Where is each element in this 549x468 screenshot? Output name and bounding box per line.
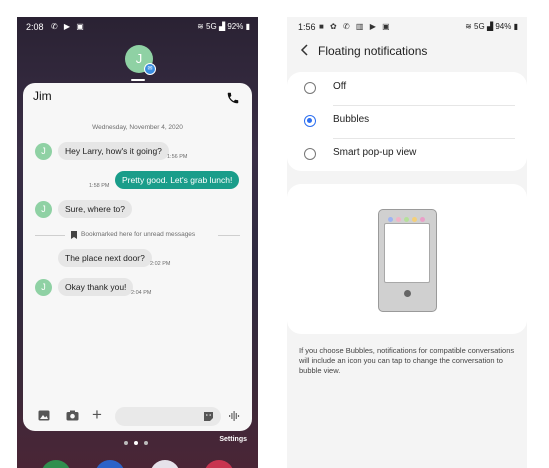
status-time: 2:08 xyxy=(26,22,44,32)
divider-line xyxy=(218,235,240,236)
network-label: 5G xyxy=(474,22,485,31)
notification-icons: ✆ ▶ ▣ xyxy=(51,22,86,31)
incoming-message[interactable]: Sure, where to? xyxy=(58,200,133,218)
contact-name: Jim xyxy=(33,89,52,103)
bookmark-icon xyxy=(71,231,77,239)
option-label: Off xyxy=(333,81,347,92)
page-dot xyxy=(124,441,128,445)
bubble-dot-icon xyxy=(412,217,417,222)
battery-icon: ▮ xyxy=(245,22,250,31)
incoming-message[interactable]: Hey Larry, how's it going? xyxy=(58,142,169,160)
date-separator: Wednesday, November 4, 2020 xyxy=(92,124,183,131)
sticker-icon[interactable] xyxy=(203,411,214,422)
bubble-conversation-window: Jim Wednesday, November 4, 2020 J Hey La… xyxy=(23,83,252,431)
message-time: 1:56 PM xyxy=(167,154,188,160)
contact-avatar[interactable]: J xyxy=(35,201,52,218)
dock-app-icon[interactable] xyxy=(95,460,125,468)
page-title: Floating notifications xyxy=(318,44,428,58)
battery-percent: 92% xyxy=(227,22,244,31)
notification-icons: ■ ✿ ✆ ▥ ▶ ▣ xyxy=(319,22,392,31)
illustration-screen xyxy=(384,223,430,283)
page-indicator xyxy=(120,441,160,447)
signal-icon: ≋ xyxy=(465,22,472,31)
bars-icon: ▟ xyxy=(218,22,226,31)
unread-bookmark-divider: Bookmarked here for unread messages xyxy=(35,230,240,240)
dock-app-icon[interactable] xyxy=(150,460,180,468)
radio-button[interactable] xyxy=(304,148,316,160)
status-bar: 2:08 ✆ ▶ ▣ ≋ 5G ▟ 92% ▮ xyxy=(17,17,258,37)
bubble-dot-icon xyxy=(388,217,393,222)
outgoing-message[interactable]: Pretty good. Let's grab lunch! xyxy=(115,171,240,189)
option-label: Smart pop-up view xyxy=(333,147,417,158)
dock-app-icon[interactable] xyxy=(41,460,71,468)
bubble-dot-icon xyxy=(420,217,425,222)
phone-call-icon[interactable] xyxy=(226,91,240,105)
message-time: 2:04 PM xyxy=(131,290,152,296)
signal-icon: ≋ xyxy=(197,22,204,31)
add-attachment-icon[interactable]: + xyxy=(92,405,102,425)
battery-percent: 94% xyxy=(495,22,512,31)
bubbles-preview-card xyxy=(287,184,527,334)
messages-badge-icon: ✉ xyxy=(144,63,156,75)
bookmark-label: Bookmarked here for unread messages xyxy=(81,231,196,238)
bars-icon: ▟ xyxy=(486,22,494,31)
divider-line xyxy=(35,235,65,236)
chat-header: Jim xyxy=(23,83,252,113)
page-dot xyxy=(144,441,148,445)
incoming-message[interactable]: The place next door? xyxy=(58,249,152,267)
option-label: Bubbles xyxy=(333,114,370,125)
incoming-message[interactable]: Okay thank you! xyxy=(58,278,134,296)
right-phone-screen: 1:56 ■ ✿ ✆ ▥ ▶ ▣ ≋ 5G ▟ 94% ▮ Floating n… xyxy=(287,17,527,468)
option-smart-popup-view[interactable]: Smart pop-up view xyxy=(287,138,527,171)
bubble-avatar-initial: J xyxy=(135,51,143,66)
status-right-icons: ≋ 5G ▟ 94% ▮ xyxy=(465,22,518,31)
back-arrow-icon[interactable] xyxy=(299,43,311,57)
notification-style-options: Off Bubbles Smart pop-up view xyxy=(287,72,527,171)
status-time: 1:56 xyxy=(298,22,316,32)
dock-app-icon[interactable] xyxy=(204,460,234,468)
message-time: 1:58 PM xyxy=(89,183,110,189)
home-button-icon xyxy=(404,290,411,297)
status-right-icons: ≋ 5G ▟ 92% ▮ xyxy=(197,22,250,31)
phone-illustration xyxy=(378,209,437,312)
radio-button[interactable] xyxy=(304,82,316,94)
page-dot-active xyxy=(134,441,138,445)
status-bar: 1:56 ■ ✿ ✆ ▥ ▶ ▣ ≋ 5G ▟ 94% ▮ xyxy=(287,17,527,37)
bubble-dot-icon xyxy=(404,217,409,222)
camera-icon[interactable] xyxy=(66,410,79,421)
bubbles-description: If you choose Bubbles, notifications for… xyxy=(299,346,515,375)
left-phone-screen: 2:08 ✆ ▶ ▣ ≋ 5G ▟ 92% ▮ J ✉ Jim Wednesda… xyxy=(17,17,258,468)
compose-bar: + xyxy=(23,401,252,431)
option-bubbles[interactable]: Bubbles xyxy=(287,105,527,138)
screenshot-stage: 2:08 ✆ ▶ ▣ ≋ 5G ▟ 92% ▮ J ✉ Jim Wednesda… xyxy=(0,0,549,468)
voice-record-icon[interactable] xyxy=(228,410,240,422)
message-time: 2:02 PM xyxy=(150,261,171,267)
contact-avatar[interactable]: J xyxy=(35,279,52,296)
network-label: 5G xyxy=(206,22,217,31)
chat-bubble-head[interactable]: J ✉ xyxy=(125,45,156,75)
battery-icon: ▮ xyxy=(513,22,518,31)
bubble-indicator xyxy=(131,79,145,81)
option-off[interactable]: Off xyxy=(287,72,527,105)
contact-avatar[interactable]: J xyxy=(35,143,52,160)
gallery-icon[interactable] xyxy=(38,410,50,421)
radio-button-selected[interactable] xyxy=(304,115,316,127)
bubble-settings-link[interactable]: Settings xyxy=(219,436,247,443)
bubble-dot-icon xyxy=(396,217,401,222)
